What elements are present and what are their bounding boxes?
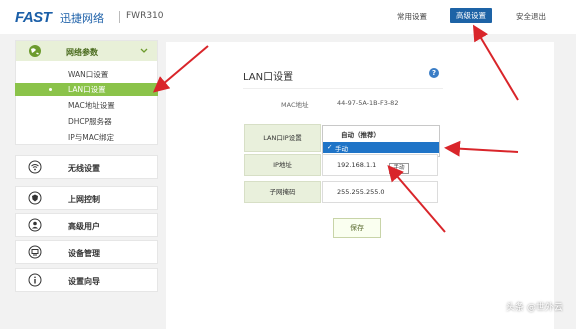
watermark: 头条 @世外云	[506, 303, 563, 313]
brand-logo: FAST	[15, 9, 52, 26]
brand-name: 迅捷网络	[60, 12, 104, 25]
user-icon	[28, 218, 42, 232]
title-divider	[243, 88, 443, 89]
wifi-icon	[28, 160, 42, 174]
check-icon: ✓	[327, 143, 333, 151]
sidebar-item-mac[interactable]: MAC地址设置	[68, 100, 115, 111]
sidebar-item-dhcp[interactable]: DHCP服务器	[68, 116, 112, 127]
sidebar-item-device-management-label: 设备管理	[68, 249, 100, 258]
sidebar-item-wan[interactable]: WAN口设置	[68, 69, 108, 80]
sidebar-item-setup-wizard-label: 设置向导	[68, 277, 100, 286]
lan-ip-setting-selected[interactable]: 自动（推荐）	[341, 129, 380, 139]
mac-address-value: 44-97-5A-1B-F3-82	[337, 99, 399, 107]
chevron-down-icon	[140, 48, 148, 53]
tooltip: 手动	[389, 163, 409, 174]
active-dot	[49, 88, 52, 91]
device-icon	[28, 245, 42, 259]
save-button[interactable]: 保存	[333, 218, 381, 238]
shield-icon	[28, 191, 42, 205]
nav-advanced-settings[interactable]: 高级设置	[450, 8, 492, 23]
sidebar-item-lan[interactable]: LAN口设置	[15, 83, 158, 96]
ip-address-input[interactable]: 192.168.1.1	[322, 154, 438, 176]
lan-ip-setting-label: LAN口IP设置	[244, 124, 321, 152]
nav-common-settings[interactable]: 常用设置	[397, 11, 427, 22]
model-name: FWR310	[126, 11, 164, 21]
nav-logout[interactable]: 安全退出	[516, 11, 546, 22]
ip-address-label: IP地址	[244, 154, 321, 176]
sidebar-item-ip-mac[interactable]: IP与MAC绑定	[68, 132, 114, 143]
subnet-mask-label: 子网掩码	[244, 181, 321, 203]
sidebar-item-advanced-user-label: 高级用户	[68, 222, 100, 231]
sidebar-network-label: 网络参数	[66, 48, 98, 57]
top-bar: FAST 迅捷网络 FWR310 常用设置 高级设置 安全退出	[0, 0, 576, 34]
sidebar-item-wireless-label: 无线设置	[68, 164, 100, 173]
info-icon	[28, 273, 42, 287]
sidebar-item-access-control-label: 上网控制	[68, 195, 100, 204]
subnet-mask-input[interactable]: 255.255.255.0	[322, 181, 438, 203]
help-icon[interactable]: ?	[429, 68, 439, 78]
header-divider	[119, 11, 120, 23]
mac-address-label: MAC地址	[281, 101, 309, 109]
dropdown-option-manual-label: 手动	[335, 145, 348, 153]
page-title: LAN口设置	[243, 72, 294, 83]
globe-icon	[29, 45, 41, 57]
